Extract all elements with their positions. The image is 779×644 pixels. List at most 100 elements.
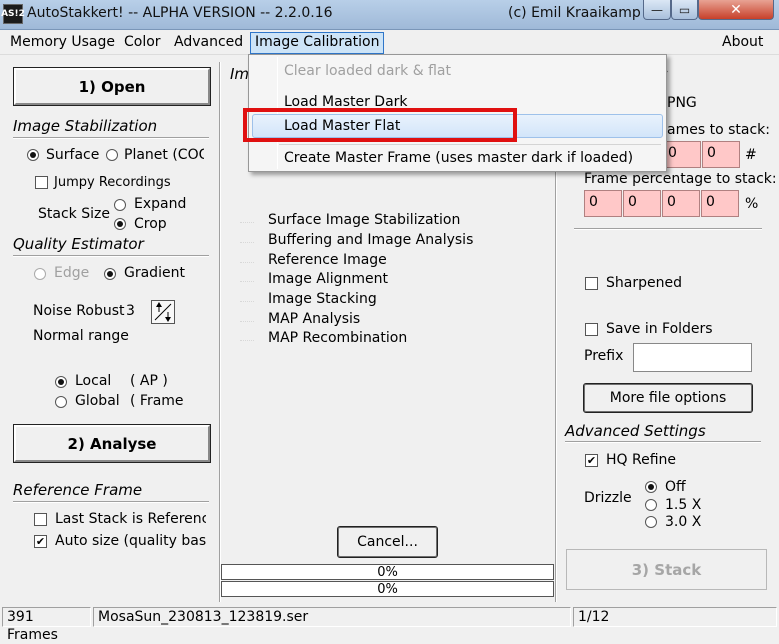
- divider: [565, 441, 761, 443]
- drizzle-1-5x-label: 1.5 X: [665, 497, 702, 513]
- drizzle-3x-radio[interactable]: [645, 516, 657, 528]
- step-indicator: [240, 281, 254, 289]
- panel-separator-left: [219, 62, 221, 602]
- divider: [13, 501, 209, 503]
- step-surface-stabilization: Surface Image Stabilization: [268, 212, 461, 228]
- annotation-highlight-box: [243, 108, 517, 142]
- menu-memory-usage[interactable]: Memory Usage: [8, 34, 117, 50]
- frames-to-stack-label: ames to stack:: [667, 122, 770, 138]
- gradient-label: Gradient: [124, 265, 185, 281]
- stepper-arrows-icon: [154, 302, 172, 322]
- pct-unit: %: [745, 196, 759, 212]
- edge-radio[interactable]: [34, 268, 46, 280]
- window-title: AutoStakkert! -- ALPHA VERSION -- 2.2.0.…: [27, 5, 333, 21]
- planet-radio[interactable]: [106, 149, 118, 161]
- local-radio[interactable]: [55, 376, 67, 388]
- progress-bar-primary: 0%: [221, 564, 554, 580]
- pct-input-1[interactable]: 0: [584, 190, 622, 217]
- expand-label: Expand: [134, 196, 187, 212]
- step-image-alignment: Image Alignment: [268, 271, 389, 287]
- more-file-options-button[interactable]: More file options: [583, 383, 753, 413]
- frame-percentage-label: Frame percentage to stack:: [584, 171, 777, 187]
- pct-input-2[interactable]: 0: [623, 190, 661, 217]
- edge-label: Edge: [54, 265, 90, 281]
- local-ap-label: ( AP ): [130, 373, 168, 389]
- pct-input-4[interactable]: 0: [701, 190, 739, 217]
- step-indicator: [240, 340, 254, 348]
- step-reference-image: Reference Image: [268, 252, 387, 268]
- stack-button[interactable]: 3) Stack: [566, 549, 767, 590]
- surface-label: Surface: [46, 147, 100, 163]
- frames-input-4[interactable]: 0: [702, 141, 740, 168]
- jumpy-recordings-checkbox[interactable]: [35, 176, 48, 189]
- status-page: 1/12: [573, 607, 777, 627]
- surface-radio[interactable]: [27, 149, 39, 161]
- close-button[interactable]: ✕: [698, 0, 774, 20]
- planet-label: Planet (COG: [124, 147, 204, 163]
- middle-heading: Im: [230, 65, 250, 83]
- jumpy-recordings-label: Jumpy Recordings: [54, 175, 171, 190]
- sharpened-label: Sharpened: [606, 275, 682, 291]
- drizzle-off-label: Off: [665, 479, 686, 495]
- last-stack-checkbox[interactable]: [34, 513, 47, 526]
- menu-clear-dark-flat[interactable]: Clear loaded dark & flat: [284, 63, 451, 79]
- hq-refine-label: HQ Refine: [606, 452, 677, 468]
- global-label: Global: [75, 393, 120, 409]
- progress-bar-secondary: 0%: [221, 581, 554, 597]
- noise-robust-value: 3: [126, 303, 135, 319]
- prefix-input[interactable]: [633, 343, 752, 372]
- app-icon: AS!2: [1, 4, 25, 24]
- save-in-folders-checkbox[interactable]: [585, 323, 598, 336]
- auto-size-checkbox[interactable]: ✔: [34, 535, 47, 548]
- gradient-radio[interactable]: [104, 268, 116, 280]
- drizzle-off-radio[interactable]: [645, 481, 657, 493]
- open-button[interactable]: 1) Open: [13, 67, 211, 106]
- status-filename: MosaSun_230813_123819.ser: [93, 607, 571, 627]
- stack-size-label: Stack Size: [38, 206, 110, 222]
- maximize-button[interactable]: ▭: [671, 0, 698, 20]
- sharpened-checkbox[interactable]: [585, 277, 598, 290]
- crop-radio[interactable]: [114, 218, 126, 230]
- drizzle-3x-label: 3.0 X: [665, 514, 702, 530]
- step-indicator: [240, 262, 254, 270]
- divider: [574, 228, 762, 230]
- normal-range-label: Normal range: [33, 328, 129, 344]
- menu-image-calibration[interactable]: Image Calibration: [250, 32, 385, 54]
- image-stabilization-heading: Image Stabilization: [13, 117, 158, 135]
- frames-unit: #: [745, 147, 757, 163]
- save-in-folders-label: Save in Folders: [606, 321, 713, 337]
- noise-robust-label: Noise Robust: [33, 303, 125, 319]
- global-radio[interactable]: [55, 396, 67, 408]
- step-map-recombination: MAP Recombination: [268, 330, 408, 346]
- step-image-stacking: Image Stacking: [268, 291, 377, 307]
- pct-input-3[interactable]: 0: [662, 190, 700, 217]
- minimize-button[interactable]: —: [643, 0, 671, 20]
- drizzle-1-5x-radio[interactable]: [645, 499, 657, 511]
- step-indicator: [240, 242, 254, 250]
- hq-refine-checkbox[interactable]: ✔: [585, 454, 598, 467]
- local-label: Local: [75, 373, 112, 389]
- png-label: PNG: [667, 95, 697, 111]
- menu-about[interactable]: About: [720, 34, 765, 50]
- auto-size-label: Auto size (quality based: [55, 533, 206, 549]
- menu-color[interactable]: Color: [122, 34, 163, 50]
- step-indicator: [240, 222, 254, 230]
- cancel-button[interactable]: Cancel...: [337, 526, 438, 558]
- quality-estimator-heading: Quality Estimator: [13, 235, 144, 253]
- status-frames: 391 Frames: [2, 607, 91, 643]
- frames-input-3[interactable]: 0: [663, 141, 701, 168]
- dropdown-separator: [279, 144, 661, 145]
- analyse-button[interactable]: 2) Analyse: [13, 424, 211, 463]
- reference-frame-heading: Reference Frame: [13, 481, 143, 499]
- expand-radio[interactable]: [114, 199, 126, 211]
- noise-stepper[interactable]: [151, 300, 175, 324]
- divider: [13, 137, 209, 139]
- crop-label: Crop: [134, 216, 167, 232]
- step-map-analysis: MAP Analysis: [268, 311, 361, 327]
- menu-create-master-frame[interactable]: Create Master Frame (uses master dark if…: [284, 150, 633, 166]
- last-stack-label: Last Stack is Reference: [55, 511, 206, 527]
- menu-advanced[interactable]: Advanced: [172, 34, 245, 50]
- advanced-settings-heading: Advanced Settings: [565, 422, 706, 440]
- step-indicator: [240, 321, 254, 329]
- global-frame-label: ( Frame: [130, 393, 184, 409]
